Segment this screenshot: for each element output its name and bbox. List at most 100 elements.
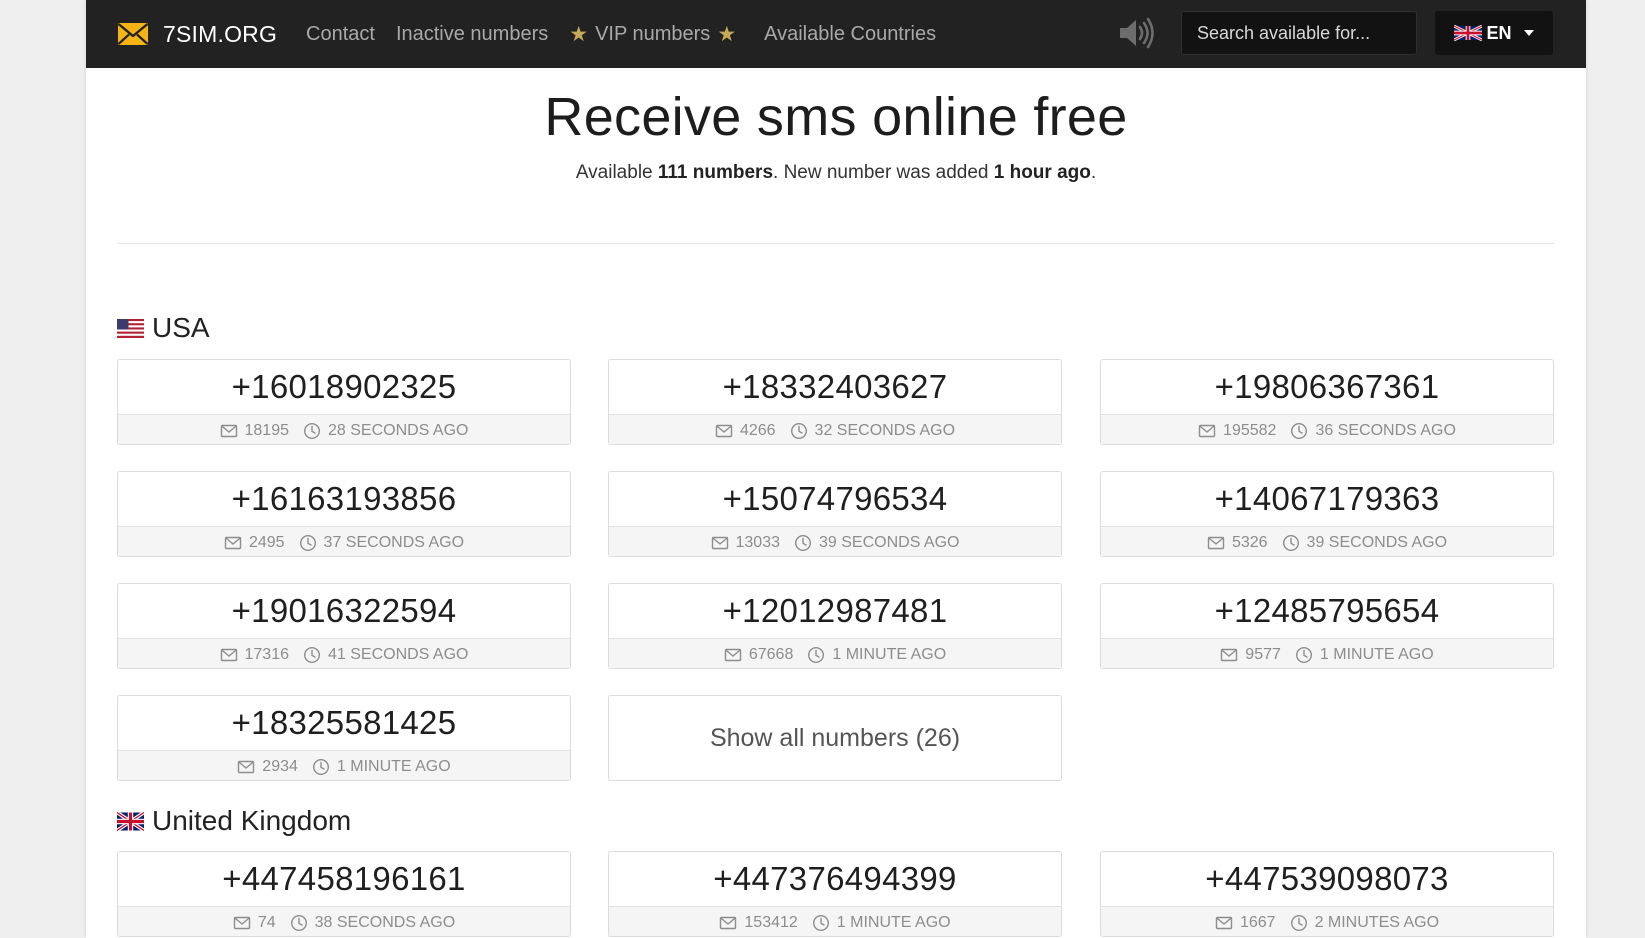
phone-number: +447376494399 — [713, 860, 957, 897]
number-card[interactable]: +12012987481 67668 1 minute ago — [608, 583, 1062, 669]
brand-name: 7SIM.ORG — [163, 20, 278, 47]
envelope-icon — [1198, 424, 1216, 437]
uk-flag-icon — [117, 811, 144, 831]
card-meta: 153412 1 minute ago — [609, 906, 1061, 936]
message-count: 13033 — [735, 533, 781, 551]
clock-icon — [312, 758, 329, 775]
clock-icon — [290, 914, 307, 931]
phone-number: +19806367361 — [1214, 368, 1440, 405]
nav-available-countries[interactable]: Available Countries — [764, 23, 936, 46]
envelope-icon — [724, 648, 742, 661]
phone-number: +447458196161 — [222, 860, 466, 897]
country-name: United Kingdom — [152, 805, 352, 836]
phone-number: +16163193856 — [231, 480, 457, 517]
number-card[interactable]: +19016322594 17316 41 seconds ago — [117, 583, 571, 669]
envelope-icon — [1221, 648, 1238, 661]
message-count: 2495 — [248, 533, 285, 551]
card-meta: 67668 1 minute ago — [609, 638, 1061, 668]
clock-icon — [790, 422, 807, 439]
message-count: 74 — [257, 913, 276, 931]
clock-icon — [1290, 914, 1307, 931]
last-message-time: 28 seconds ago — [328, 421, 469, 439]
search-input[interactable] — [1181, 11, 1417, 55]
envelope-icon — [224, 536, 242, 549]
message-count: 2934 — [262, 757, 298, 775]
number-card[interactable]: +18332403627 4266 32 seconds ago — [608, 359, 1062, 445]
page-title: Receive sms online free — [544, 87, 1128, 147]
brand-link[interactable]: 7SIM.ORG — [117, 18, 277, 50]
last-message-time: 38 seconds ago — [314, 913, 456, 931]
nav-contact[interactable]: Contact — [306, 23, 375, 46]
page: 7SIM.ORG Contact Inactive numbers ★ VIP … — [86, 0, 1586, 938]
uk-flag-icon — [1454, 24, 1483, 42]
number-card[interactable]: +447458196161 74 38 seconds ago — [117, 851, 571, 937]
card-meta: 2495 37 seconds ago — [118, 526, 570, 556]
last-message-time: 1 minute ago — [1319, 645, 1434, 663]
clock-icon — [1291, 422, 1308, 439]
number-card[interactable]: +16163193856 2495 37 seconds ago — [117, 471, 571, 557]
clock-icon — [303, 422, 321, 439]
caret-down-icon — [1523, 30, 1534, 36]
nav-menu: Contact Inactive numbers ★ VIP numbers ★… — [306, 0, 957, 68]
last-message-time: 1 minute ago — [836, 913, 951, 931]
card-meta: 18195 28 seconds ago — [118, 414, 570, 444]
clock-icon — [794, 534, 812, 551]
card-meta: 2934 1 minute ago — [118, 750, 570, 780]
envelope-icon — [220, 648, 237, 661]
us-flag-icon — [117, 318, 144, 338]
country-name: USA — [152, 312, 210, 343]
number-card[interactable]: +15074796534 13033 39 seconds ago — [608, 471, 1062, 557]
number-card[interactable]: +14067179363 5326 39 seconds ago — [1100, 471, 1554, 557]
number-card[interactable]: +19806367361 195582 36 seconds ago — [1100, 359, 1554, 445]
phone-number: +447539098073 — [1205, 860, 1449, 897]
number-card[interactable]: +18325581425 2934 1 minute ago — [117, 695, 571, 781]
clock-icon — [1295, 646, 1312, 663]
card-meta: 17316 41 seconds ago — [118, 638, 570, 668]
card-meta: 13033 39 seconds ago — [609, 526, 1061, 556]
clock-icon — [303, 646, 321, 663]
clock-icon — [812, 914, 829, 931]
star-icon: ★ — [717, 22, 737, 46]
card-meta: 9577 1 minute ago — [1101, 638, 1553, 668]
phone-number: +12012987481 — [722, 592, 948, 629]
country-heading-usa: USA — [117, 312, 210, 344]
number-card[interactable]: +12485795654 9577 1 minute ago — [1100, 583, 1554, 669]
speaker-icon[interactable] — [1117, 16, 1155, 50]
envelope-icon — [715, 424, 733, 437]
message-count: 5326 — [1231, 533, 1268, 551]
subtitle-suffix: . — [1090, 162, 1097, 183]
number-card[interactable]: +16018902325 18195 28 seconds ago — [117, 359, 571, 445]
language-selector[interactable]: EN — [1435, 11, 1553, 55]
card-meta: 1667 2 minutes ago — [1101, 906, 1553, 936]
envelope-icon — [220, 424, 237, 437]
show-all-numbers-button[interactable]: Show all numbers (26) — [608, 695, 1062, 781]
last-message-time: 37 seconds ago — [323, 533, 465, 551]
phone-number: +16018902325 — [231, 368, 457, 405]
navbar: 7SIM.ORG Contact Inactive numbers ★ VIP … — [86, 0, 1586, 68]
subtitle-prefix: Available — [575, 162, 658, 183]
last-message-time: 32 seconds ago — [814, 421, 956, 439]
envelope-icon — [1215, 916, 1233, 929]
star-icon: ★ — [569, 22, 589, 46]
page-subtitle: Available 111 numbers. New number was ad… — [86, 162, 1586, 184]
envelope-icon — [711, 536, 728, 549]
available-count: 111 numbers — [657, 162, 774, 183]
last-message-time: 41 seconds ago — [328, 645, 469, 663]
number-card[interactable]: +447539098073 1667 2 minutes ago — [1100, 851, 1554, 937]
envelope-icon — [1207, 536, 1225, 549]
last-message-time: 2 minutes ago — [1314, 913, 1440, 931]
phone-number: +15074796534 — [722, 480, 948, 517]
nav-inactive-numbers[interactable]: Inactive numbers — [396, 23, 548, 46]
clock-icon — [299, 534, 316, 551]
phone-number: +18332403627 — [722, 368, 948, 405]
number-card[interactable]: +447376494399 153412 1 minute ago — [608, 851, 1062, 937]
last-message-time: 1 minute ago — [832, 645, 947, 663]
nav-vip-numbers[interactable]: ★ VIP numbers ★ — [569, 22, 743, 47]
card-meta: 74 38 seconds ago — [118, 906, 570, 936]
last-added-time: 1 hour ago — [993, 162, 1091, 183]
last-message-time: 1 minute ago — [336, 757, 451, 775]
language-code: EN — [1486, 22, 1512, 43]
card-meta: 5326 39 seconds ago — [1101, 526, 1553, 556]
nav-vip-label: VIP numbers — [595, 22, 711, 45]
clock-icon — [808, 646, 825, 663]
